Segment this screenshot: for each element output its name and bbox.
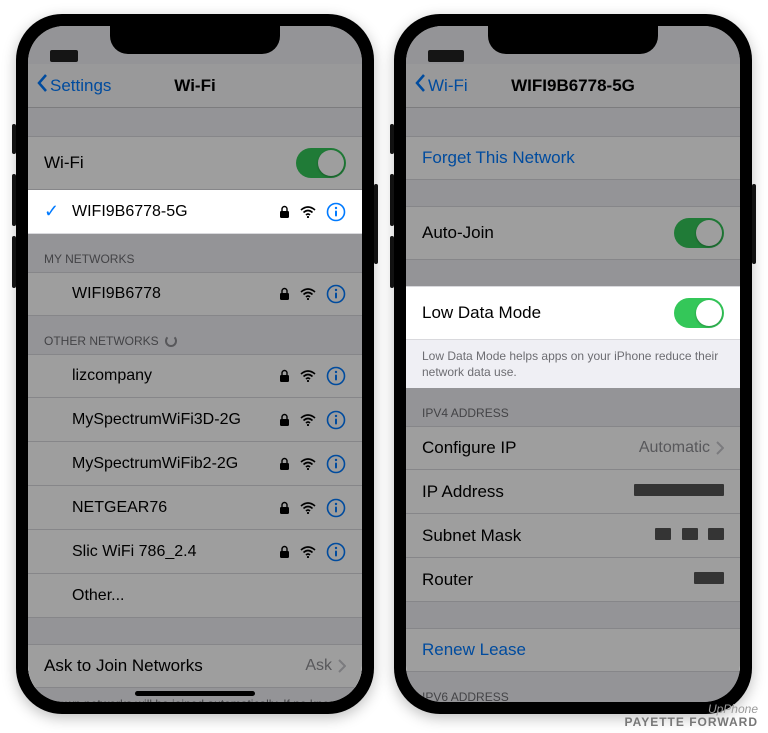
info-icon[interactable] — [326, 284, 346, 304]
wifi-icon — [300, 458, 316, 470]
screen-network-detail: Wi-Fi WIFI9B6778-5G Forget This Network … — [406, 26, 740, 702]
network-name: MySpectrumWiFib2-2G — [72, 455, 279, 473]
low-data-toggle[interactable] — [674, 298, 724, 328]
wifi-icon — [300, 206, 316, 218]
network-name: WIFI9B6778 — [72, 285, 279, 303]
info-icon[interactable] — [326, 454, 346, 474]
ipv4-header: IPV4 ADDRESS — [406, 388, 740, 426]
ipv6-header: IPV6 ADDRESS — [406, 672, 740, 702]
wifi-toggle[interactable] — [296, 148, 346, 178]
wifi-icon — [300, 414, 316, 426]
low-data-label: Low Data Mode — [422, 303, 674, 323]
low-data-mode-row[interactable]: Low Data Mode — [406, 286, 740, 340]
wifi-label: Wi-Fi — [44, 153, 296, 173]
network-name: Slic WiFi 786_2.4 — [72, 543, 279, 561]
info-icon[interactable] — [326, 410, 346, 430]
lock-icon — [279, 545, 290, 559]
network-row[interactable]: Slic WiFi 786_2.4 — [28, 530, 362, 574]
lock-icon — [279, 457, 290, 471]
spinner-icon — [165, 335, 177, 347]
network-row[interactable]: WIFI9B6778 — [28, 272, 362, 316]
network-row[interactable]: MySpectrumWiFib2-2G — [28, 442, 362, 486]
info-icon[interactable] — [326, 202, 346, 222]
info-icon[interactable] — [326, 542, 346, 562]
nav-bar: Wi-Fi WIFI9B6778-5G — [406, 64, 740, 108]
my-networks-header: MY NETWORKS — [28, 234, 362, 272]
nav-bar: Settings Wi-Fi — [28, 64, 362, 108]
forget-network-row[interactable]: Forget This Network — [406, 136, 740, 180]
router-row: Router — [406, 558, 740, 602]
back-button[interactable]: Settings — [36, 73, 111, 98]
lock-icon — [279, 413, 290, 427]
ask-value: Ask — [305, 657, 332, 675]
checkmark-icon: ✓ — [44, 201, 72, 222]
other-network-row[interactable]: Other... — [28, 574, 362, 618]
network-name: lizcompany — [72, 367, 279, 385]
wifi-icon — [300, 546, 316, 558]
connected-network-row[interactable]: ✓ WIFI9B6778-5G — [28, 190, 362, 234]
network-row[interactable]: lizcompany — [28, 354, 362, 398]
wifi-icon — [300, 288, 316, 300]
home-indicator[interactable] — [135, 691, 255, 696]
ip-address-row: IP Address — [406, 470, 740, 514]
network-name: MySpectrumWiFi3D-2G — [72, 411, 279, 429]
lock-icon — [279, 369, 290, 383]
ask-label: Ask to Join Networks — [44, 656, 305, 676]
network-name: WIFI9B6778-5G — [72, 203, 279, 221]
network-row[interactable]: NETGEAR76 — [28, 486, 362, 530]
phone-left: Settings Wi-Fi Wi-Fi ✓ WIFI9B6778-5G — [16, 14, 374, 714]
network-name: NETGEAR76 — [72, 499, 279, 517]
wifi-icon — [300, 370, 316, 382]
back-label: Wi-Fi — [428, 76, 468, 96]
subnet-mask-row: Subnet Mask — [406, 514, 740, 558]
screen-wifi-list: Settings Wi-Fi Wi-Fi ✓ WIFI9B6778-5G — [28, 26, 362, 702]
info-icon[interactable] — [326, 498, 346, 518]
configure-ip-row[interactable]: Configure IP Automatic — [406, 426, 740, 470]
other-label: Other... — [72, 587, 346, 605]
auto-join-toggle[interactable] — [674, 218, 724, 248]
chevron-right-icon — [338, 659, 346, 673]
phone-right: Wi-Fi WIFI9B6778-5G Forget This Network … — [394, 14, 752, 714]
lock-icon — [279, 287, 290, 301]
forget-label: Forget This Network — [422, 148, 724, 168]
watermark: UpPhone PAYETTE FORWARD — [625, 703, 758, 729]
ask-to-join-row[interactable]: Ask to Join Networks Ask — [28, 644, 362, 688]
back-label: Settings — [50, 76, 111, 96]
lock-icon — [279, 501, 290, 515]
chevron-left-icon — [414, 73, 426, 98]
lock-icon — [279, 205, 290, 219]
auto-join-label: Auto-Join — [422, 223, 674, 243]
chevron-left-icon — [36, 73, 48, 98]
info-icon[interactable] — [326, 366, 346, 386]
auto-join-row[interactable]: Auto-Join — [406, 206, 740, 260]
renew-lease-row[interactable]: Renew Lease — [406, 628, 740, 672]
wifi-toggle-row[interactable]: Wi-Fi — [28, 136, 362, 190]
low-data-footer: Low Data Mode helps apps on your iPhone … — [406, 340, 740, 388]
other-networks-header: OTHER NETWORKS — [28, 316, 362, 354]
network-row[interactable]: MySpectrumWiFi3D-2G — [28, 398, 362, 442]
back-button[interactable]: Wi-Fi — [414, 73, 468, 98]
wifi-icon — [300, 502, 316, 514]
chevron-right-icon — [716, 441, 724, 455]
